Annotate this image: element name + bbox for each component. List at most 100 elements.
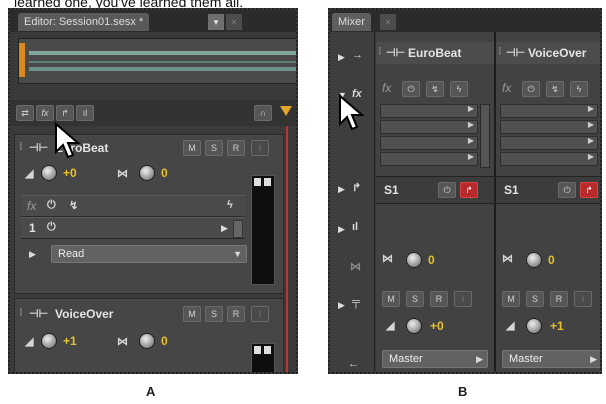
pan-knob[interactable] xyxy=(139,165,155,181)
effect-slot[interactable]: ▶ xyxy=(380,136,478,150)
volume-knob[interactable] xyxy=(406,318,422,334)
sends-toggle-icon[interactable]: ↱ xyxy=(56,105,74,121)
fx-bolt-button[interactable]: ϟ xyxy=(450,81,468,97)
pan-row-icon: ⋈ xyxy=(350,261,361,273)
pan-knob[interactable] xyxy=(526,252,542,268)
monitor-input-button[interactable]: I xyxy=(454,291,472,307)
effect-slot[interactable]: ▶ xyxy=(500,104,598,118)
effect-slot[interactable]: ▶ xyxy=(380,120,478,134)
pan-knob[interactable] xyxy=(139,333,155,349)
solo-button[interactable]: S xyxy=(526,291,544,307)
mouse-cursor-icon xyxy=(55,122,81,159)
mixer-tab[interactable]: Mixer xyxy=(332,13,371,31)
record-arm-button[interactable]: R xyxy=(550,291,568,307)
slot-power-icon[interactable]: ⏻ xyxy=(47,221,56,234)
slot-menu-arrow-icon[interactable]: ▶ xyxy=(221,223,228,234)
volume-expand-icon[interactable]: ▶ xyxy=(338,300,345,311)
fx-bolt-button[interactable]: ϟ xyxy=(570,81,588,97)
mixer-tab-close-icon[interactable]: × xyxy=(380,14,396,30)
track-grip-icon[interactable]: ⁞ xyxy=(19,141,23,153)
monitor-input-button[interactable]: I xyxy=(574,291,592,307)
inputs-expand-icon[interactable]: ▶ xyxy=(338,52,345,63)
pan-value[interactable]: 0 xyxy=(161,334,168,348)
volume-value[interactable]: +1 xyxy=(550,319,564,333)
effect-slot[interactable]: ▶ xyxy=(380,104,478,118)
send-name[interactable]: S1 xyxy=(504,183,519,197)
automation-mode-select[interactable]: Read ▼ xyxy=(51,245,247,263)
fx-prepost-button[interactable]: ↯ xyxy=(546,81,564,97)
pan-knob[interactable] xyxy=(406,252,422,268)
automation-expand-icon[interactable]: ▶ xyxy=(29,249,36,260)
eq-expand-icon[interactable]: ▶ xyxy=(338,224,345,235)
volume-knob[interactable] xyxy=(41,165,57,181)
solo-button[interactable]: S xyxy=(406,291,424,307)
monitor-input-button[interactable]: I xyxy=(251,140,269,156)
editor-tab-menu-button[interactable]: ▾ xyxy=(208,14,224,30)
effects-scrollbar[interactable] xyxy=(480,104,490,168)
slot-number: 1 xyxy=(29,221,36,235)
record-arm-button[interactable]: R xyxy=(227,140,245,156)
fx-bolt-icon[interactable]: ϟ xyxy=(227,199,233,211)
slot-scrollbar[interactable] xyxy=(233,220,243,238)
volume-value[interactable]: +1 xyxy=(63,334,77,348)
effect-slot[interactable]: ▶ xyxy=(500,136,598,150)
pan-value[interactable]: 0 xyxy=(548,253,555,267)
editor-tab-close-icon[interactable]: × xyxy=(226,14,242,30)
output-select[interactable]: Master ▶ xyxy=(502,350,600,368)
send-prepost-button[interactable]: ↱ xyxy=(460,182,478,198)
channel-grip-icon[interactable]: ⁞ xyxy=(378,46,382,58)
record-arm-button[interactable]: R xyxy=(430,291,448,307)
mixer-row-labels: ▶ → ▼ fx ▶ ↱ ▶ ıl ⋈ ▶ ╤ ← xyxy=(330,32,375,372)
send-name[interactable]: S1 xyxy=(384,183,399,197)
output-select[interactable]: Master ▶ xyxy=(382,350,488,368)
pan-value[interactable]: 0 xyxy=(161,166,168,180)
fx-prepost-button[interactable]: ↯ xyxy=(426,81,444,97)
effect-slot[interactable]: ▶ xyxy=(500,120,598,134)
track-grip-icon[interactable]: ⁞ xyxy=(19,307,23,319)
channel-button-row: M S R I xyxy=(496,288,600,310)
channel-name[interactable]: VoiceOver xyxy=(528,46,586,60)
fx-power-icon[interactable]: ⏻ xyxy=(47,199,56,212)
input-arrow-icon: → xyxy=(352,49,363,61)
send-power-button[interactable]: ⏻ xyxy=(558,182,576,198)
send-prepost-button[interactable]: ↱ xyxy=(580,182,598,198)
playhead-top-icon[interactable] xyxy=(280,106,292,116)
monitor-input-button[interactable]: I xyxy=(251,306,269,322)
fx-prepost-icon[interactable]: ↯ xyxy=(69,199,78,212)
effect-slot[interactable]: ▶ xyxy=(500,152,598,166)
overview-timeline[interactable] xyxy=(18,38,296,84)
pan-icon: ⋈ xyxy=(117,336,128,348)
playhead-marker[interactable] xyxy=(19,43,25,77)
channel-grip-icon[interactable]: ⁞ xyxy=(498,46,502,58)
headphone-icon[interactable]: ∩ xyxy=(254,105,272,121)
inputs-outputs-toggle-icon[interactable]: ⇄ xyxy=(16,105,34,121)
mute-button[interactable]: M xyxy=(183,306,201,322)
record-arm-button[interactable]: R xyxy=(227,306,245,322)
pan-value[interactable]: 0 xyxy=(428,253,435,267)
fx-power-button[interactable]: ⏻ xyxy=(402,81,420,97)
effect-slot[interactable]: ▶ xyxy=(380,152,478,166)
fx-label: fx xyxy=(27,199,37,213)
effect-slot-row: 1 ⏻ ▶ xyxy=(21,217,245,239)
volume-icon: ◢ xyxy=(25,168,34,180)
solo-button[interactable]: S xyxy=(205,306,223,322)
solo-button[interactable]: S xyxy=(205,140,223,156)
eq-toggle-icon[interactable]: ıl xyxy=(76,105,94,121)
volume-knob[interactable] xyxy=(526,318,542,334)
fx-power-button[interactable]: ⏻ xyxy=(522,81,540,97)
send-power-button[interactable]: ⏻ xyxy=(438,182,456,198)
mute-button[interactable]: M xyxy=(502,291,520,307)
effects-toggle-icon[interactable]: fx xyxy=(36,105,54,121)
channel-name[interactable]: EuroBeat xyxy=(408,46,461,60)
mute-button[interactable]: M xyxy=(183,140,201,156)
volume-icon: ◢ xyxy=(25,336,34,348)
volume-value[interactable]: +0 xyxy=(63,166,77,180)
volume-knob[interactable] xyxy=(41,333,57,349)
editor-tab[interactable]: Editor: Session01.sesx * xyxy=(18,13,150,31)
volume-value[interactable]: +0 xyxy=(430,319,444,333)
pan-row: ⋈ 0 xyxy=(376,246,494,274)
mute-button[interactable]: M xyxy=(382,291,400,307)
track-name[interactable]: VoiceOver xyxy=(55,307,113,321)
track-header-voiceover: ⁞ ⊣⊢ VoiceOver M S R I ◢ +1 ⋈ 0 xyxy=(14,298,284,372)
sends-expand-icon[interactable]: ▶ xyxy=(338,184,345,195)
